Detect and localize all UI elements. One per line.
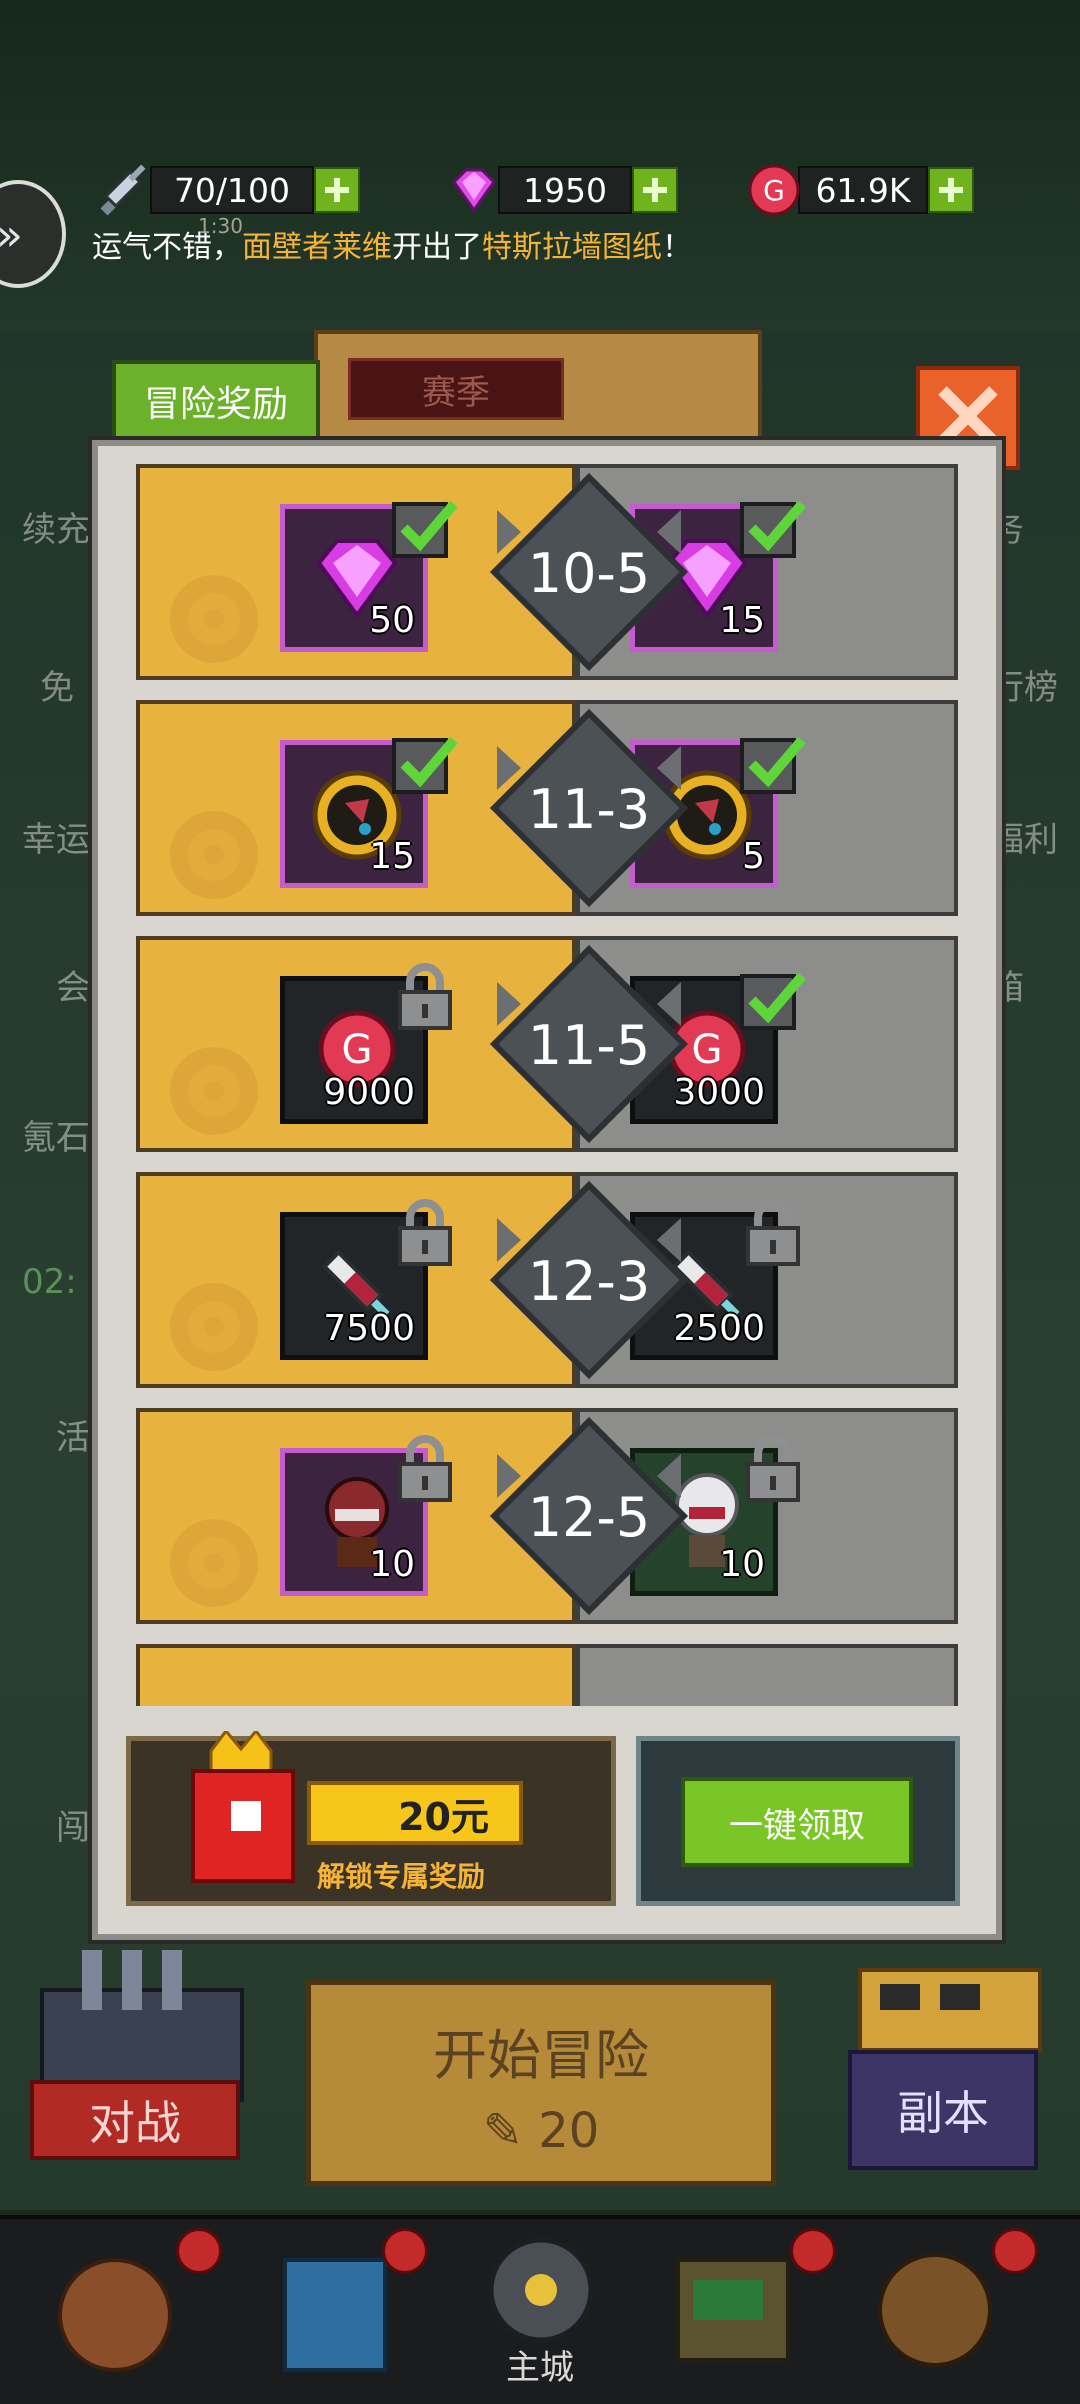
premium-reward-slot[interactable] (136, 1644, 576, 1706)
stamina-cost: 20 (538, 2103, 600, 2159)
ticker-player: 面壁者莱维 (242, 230, 392, 265)
stage-label: 12-5 (527, 1486, 651, 1549)
stage-label: 10-5 (527, 542, 651, 605)
nav-radio-badge (790, 2228, 836, 2274)
announcement-ticker: 运气不错，面壁者莱维开出了特斯拉墙图纸！ (92, 222, 692, 266)
gold-counter: G 61.9K (744, 164, 974, 216)
nav-radio-icon[interactable] (668, 2230, 798, 2380)
nav-city-label: 主城 (506, 2348, 574, 2388)
stage-label: 11-5 (527, 1014, 651, 1077)
lock-icon (390, 1198, 460, 1268)
side-label-free[interactable]: 免 (40, 660, 74, 709)
unlock-exclusive-button[interactable]: 20元 解锁专属奖励 (126, 1731, 616, 1906)
stage-marker: 11-5 (487, 940, 691, 1148)
ticker-middle: 开出了 (392, 230, 482, 265)
reward-row: 10 10 12-5 (136, 1408, 958, 1624)
lock-icon (738, 1198, 808, 1268)
stage-label: 12-3 (527, 1250, 651, 1313)
chevron-right-icon: » (0, 210, 23, 261)
nav-bag-badge (176, 2228, 222, 2274)
stamina-counter: 70/100 (96, 164, 360, 216)
side-label-challenge[interactable]: 闯 (56, 1800, 90, 1849)
claimed-check-icon (390, 490, 460, 560)
add-gold-button[interactable] (928, 167, 974, 213)
reward-row: G 9000 G 3000 11-5 (136, 936, 958, 1152)
svg-text:G: G (342, 1027, 373, 1073)
stage-marker: 10-5 (487, 468, 691, 676)
gem-value: 1950 (498, 166, 632, 214)
add-stamina-button[interactable] (314, 167, 360, 213)
free-reward-slot[interactable] (576, 1644, 958, 1706)
reward-quantity: 15 (369, 836, 415, 877)
side-label-activity[interactable]: 活 (56, 1410, 90, 1459)
tab-adventure-rewards[interactable]: 冒险奖励 (112, 360, 320, 438)
dungeon-button[interactable]: 副本 (848, 2050, 1038, 2170)
stage-marker: 11-3 (487, 704, 691, 912)
reward-quantity: 10 (369, 1544, 415, 1585)
rose-watermark-icon (154, 1036, 274, 1146)
stamina-value: 70/100 (150, 166, 314, 214)
reward-list[interactable]: 50 15 10-5 15 5 11-3 G 9000 G 3000 11-5 7500 2500 12-… (136, 464, 958, 1706)
unlock-price: 20元 (307, 1781, 523, 1845)
nav-shop-badge (382, 2228, 428, 2274)
side-label-lucky[interactable]: 幸运 (22, 812, 90, 861)
start-adventure-button[interactable]: 开始冒险 ✎ 20 (306, 1980, 776, 2186)
reward-row: 50 15 10-5 (136, 464, 958, 680)
reward-quantity: 50 (369, 600, 415, 641)
tab-season[interactable]: 赛季 (314, 330, 762, 448)
start-adventure-cost: ✎ 20 (482, 2103, 600, 2159)
claimed-check-icon (390, 726, 460, 796)
reward-row: 15 5 11-3 (136, 700, 958, 916)
reward-row: 7500 2500 12-3 (136, 1172, 958, 1388)
reward-row-partial (136, 1644, 958, 1706)
gem-counter: 1950 (444, 165, 678, 215)
rose-watermark-icon (154, 1508, 274, 1618)
red-bag-icon (191, 1731, 295, 1883)
rose-watermark-icon (154, 564, 274, 674)
claimed-check-icon (738, 490, 808, 560)
reward-quantity: 5 (742, 836, 765, 877)
stage-marker: 12-3 (487, 1176, 691, 1384)
stage-label: 11-3 (527, 778, 651, 841)
unlock-description: 解锁专属奖励 (317, 1860, 486, 1893)
stage-marker: 12-5 (487, 1412, 691, 1620)
lock-icon (738, 1434, 808, 1504)
gem-icon (452, 168, 496, 213)
claimed-check-icon (738, 726, 808, 796)
dungeon-bus-icon (858, 1968, 1042, 2052)
reward-quantity: 7500 (323, 1308, 415, 1349)
nav-bag-icon[interactable] (50, 2230, 180, 2380)
gold-coin-icon: G (748, 164, 800, 216)
tab-season-label: 赛季 (348, 358, 564, 420)
side-label-member[interactable]: 会 (56, 960, 90, 1009)
nav-shop-icon[interactable] (270, 2230, 400, 2380)
nav-base-badge (992, 2228, 1038, 2274)
start-adventure-label: 开始冒险 (433, 2024, 649, 2087)
side-label-kryptonite[interactable]: 氪石 (22, 1110, 90, 1159)
reward-quantity: 10 (719, 1544, 765, 1585)
side-label-timer: 02: (22, 1262, 77, 1302)
battle-button[interactable]: 对战 (30, 2080, 240, 2160)
lock-icon (390, 962, 460, 1032)
claim-all-area: 一键领取 (636, 1736, 960, 1906)
claimed-check-icon (738, 962, 808, 1032)
svg-text:G: G (763, 174, 785, 207)
ticker-suffix: ！ (662, 230, 692, 265)
side-label-recharge[interactable]: 续充 (22, 502, 90, 551)
ticker-item: 特斯拉墙图纸 (482, 230, 662, 265)
rose-watermark-icon (154, 1272, 274, 1382)
reward-quantity: 15 (719, 600, 765, 641)
add-gems-button[interactable] (632, 167, 678, 213)
reward-quantity: 9000 (323, 1072, 415, 1113)
nav-base-icon[interactable] (870, 2230, 1000, 2380)
gold-value: 61.9K (798, 166, 928, 214)
lock-icon (390, 1434, 460, 1504)
claim-all-button[interactable]: 一键领取 (681, 1777, 913, 1867)
rose-watermark-icon (154, 800, 274, 910)
svg-text:G: G (692, 1027, 723, 1073)
ticker-time: 1:30 (198, 214, 243, 238)
syringe-icon (100, 164, 146, 216)
rewards-panel: 50 15 10-5 15 5 11-3 G 9000 G 3000 11-5 7500 2500 12-… (92, 440, 1002, 1940)
